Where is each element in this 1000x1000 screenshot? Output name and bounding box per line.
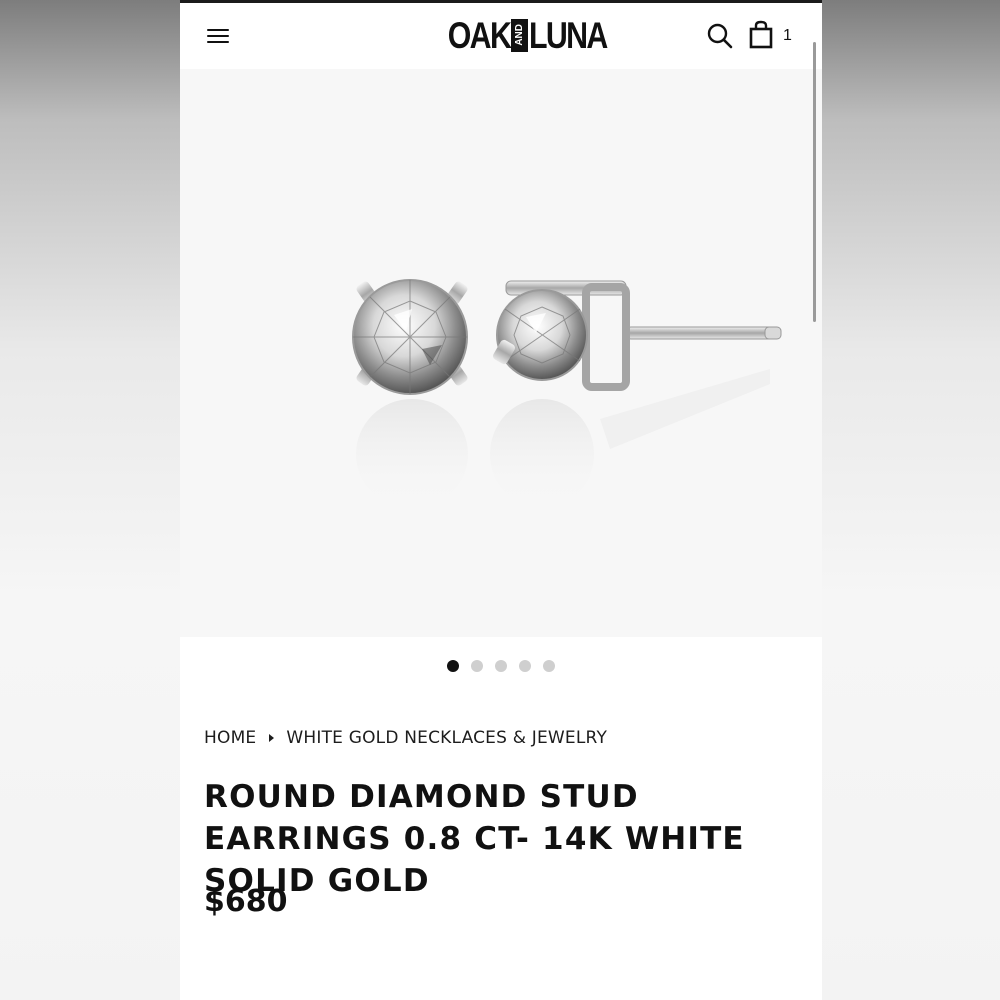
breadcrumb-home-link[interactable]: HOME xyxy=(204,728,256,748)
site-header: OAK AND LUNA 1 xyxy=(180,3,822,69)
carousel-dot-1[interactable] xyxy=(447,660,459,672)
breadcrumb-category-link[interactable]: WHITE GOLD NECKLACES & JEWELRY xyxy=(286,728,607,748)
logo-word-luna: LUNA xyxy=(529,14,608,56)
page-scrollbar[interactable] xyxy=(813,42,816,322)
right-earring xyxy=(493,280,782,391)
diamond-stud-earrings-image xyxy=(352,279,782,509)
logo-word-and: AND xyxy=(514,24,526,46)
product-title: ROUND DIAMOND STUD EARRINGS 0.8 CT- 14K … xyxy=(204,779,745,899)
product-image[interactable] xyxy=(180,69,822,637)
carousel-dot-3[interactable] xyxy=(495,660,507,672)
chevron-right-icon xyxy=(269,734,275,742)
shopping-bag-icon[interactable] xyxy=(748,20,776,50)
brand-logo[interactable]: OAK AND LUNA xyxy=(434,15,624,55)
breadcrumb: HOME WHITE GOLD NECKLACES & JEWELRY xyxy=(204,728,607,748)
mobile-page: OAK AND LUNA 1 HOME WHITE GOLD NECKLACES… xyxy=(180,0,822,1000)
left-earring xyxy=(352,279,468,395)
carousel-dot-2[interactable] xyxy=(471,660,483,672)
search-icon[interactable] xyxy=(706,22,734,50)
carousel-dots xyxy=(180,660,822,676)
carousel-dot-5[interactable] xyxy=(543,660,555,672)
logo-word-oak: OAK xyxy=(447,14,512,56)
cart-count[interactable]: 1 xyxy=(783,27,792,45)
logo-and-box: AND xyxy=(511,18,529,52)
menu-icon[interactable] xyxy=(205,25,231,47)
product-price: $680 xyxy=(204,884,288,919)
carousel-dot-4[interactable] xyxy=(519,660,531,672)
